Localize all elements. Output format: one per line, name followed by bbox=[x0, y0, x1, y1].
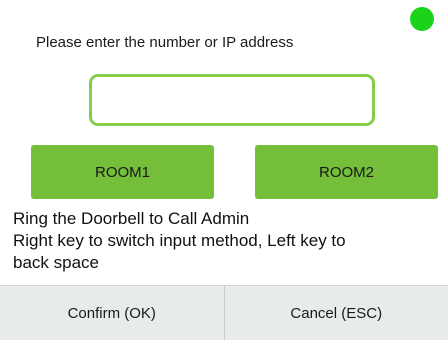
room2-button[interactable]: ROOM2 bbox=[255, 145, 438, 199]
room1-button[interactable]: ROOM1 bbox=[31, 145, 214, 199]
doorbell-hint: Ring the Doorbell to Call Admin bbox=[13, 209, 250, 228]
cancel-button[interactable]: Cancel (ESC) bbox=[225, 286, 448, 340]
doorbell-dial-screen: Please enter the number or IP address RO… bbox=[0, 0, 448, 340]
dial-prompt: Please enter the number or IP address bbox=[36, 34, 294, 51]
input-method-hint: Right key to switch input method, Left k… bbox=[13, 231, 346, 250]
status-indicator-icon bbox=[410, 7, 434, 31]
footer-bar: Confirm (OK) Cancel (ESC) bbox=[0, 285, 448, 340]
number-or-ip-input[interactable] bbox=[89, 74, 375, 126]
backspace-hint: back space bbox=[13, 253, 99, 272]
confirm-button[interactable]: Confirm (OK) bbox=[0, 286, 224, 340]
